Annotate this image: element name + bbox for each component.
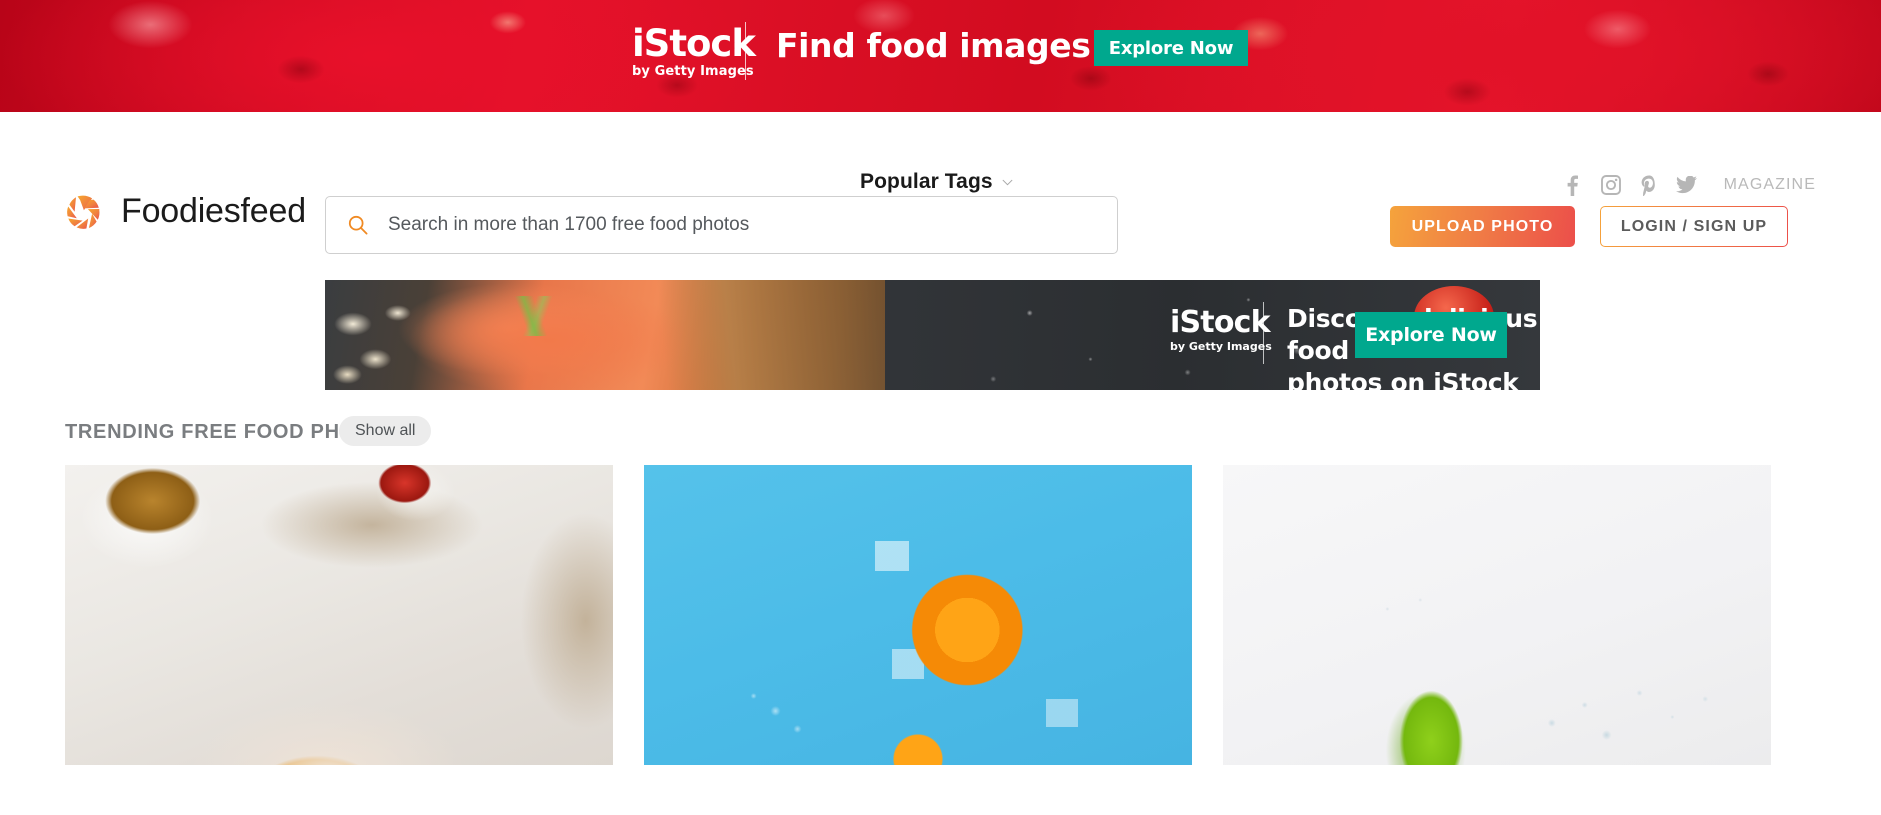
utility-nav: Popular Tags MAGAZINE bbox=[0, 112, 1881, 196]
headline-line-2: photos on iStock bbox=[1287, 368, 1519, 390]
search-bar[interactable] bbox=[325, 196, 1118, 254]
istock-logo-secondary: iStock by Getty Images bbox=[1170, 305, 1272, 353]
istock-secondary-banner[interactable]: iStock by Getty Images Discover deliciou… bbox=[325, 280, 1540, 390]
lime-photo-image bbox=[1223, 465, 1771, 765]
istock-brand-subtext: by Getty Images bbox=[632, 64, 754, 79]
search-input[interactable] bbox=[386, 213, 1103, 237]
orange-photo-image bbox=[644, 465, 1192, 765]
breakfast-photo-image bbox=[65, 465, 613, 765]
photo-card-lime[interactable] bbox=[1223, 465, 1771, 765]
banner-divider-secondary bbox=[1263, 302, 1264, 364]
salmon-photo-region bbox=[325, 280, 885, 390]
istock-brand-text: iStock bbox=[632, 22, 756, 65]
search-icon bbox=[348, 215, 368, 235]
explore-now-button-secondary[interactable]: Explore Now bbox=[1355, 312, 1507, 358]
trending-section-header: TRENDING FREE FOOD PHOTOS Show all bbox=[0, 405, 1881, 465]
istock-banner-headline: Find food images bbox=[776, 26, 1091, 65]
istock-top-banner[interactable]: iStock by Getty Images Find food images … bbox=[0, 0, 1881, 112]
show-all-button[interactable]: Show all bbox=[339, 416, 432, 446]
photo-card-breakfast[interactable] bbox=[65, 465, 613, 765]
aperture-logo-icon bbox=[67, 195, 100, 229]
banner-divider bbox=[745, 22, 746, 80]
site-name: Foodiesfeed bbox=[121, 192, 306, 230]
upload-photo-button[interactable]: UPLOAD PHOTO bbox=[1390, 206, 1575, 247]
explore-now-button-top[interactable]: Explore Now bbox=[1094, 30, 1248, 66]
photo-card-orange[interactable] bbox=[644, 465, 1192, 765]
istock-logo: iStock by Getty Images bbox=[632, 22, 756, 79]
site-logo-link[interactable]: Foodiesfeed bbox=[65, 192, 306, 231]
site-header: Foodiesfeed UPLOAD PHOTO LOGIN / SIGN UP bbox=[0, 184, 1881, 280]
photo-grid bbox=[0, 465, 1881, 765]
istock-secondary-banner-wrap: iStock by Getty Images Discover deliciou… bbox=[0, 280, 1881, 405]
istock-brand-subtext-secondary: by Getty Images bbox=[1170, 340, 1272, 353]
login-signup-button[interactable]: LOGIN / SIGN UP bbox=[1600, 206, 1788, 247]
istock-brand-text-secondary: iStock bbox=[1170, 305, 1271, 340]
